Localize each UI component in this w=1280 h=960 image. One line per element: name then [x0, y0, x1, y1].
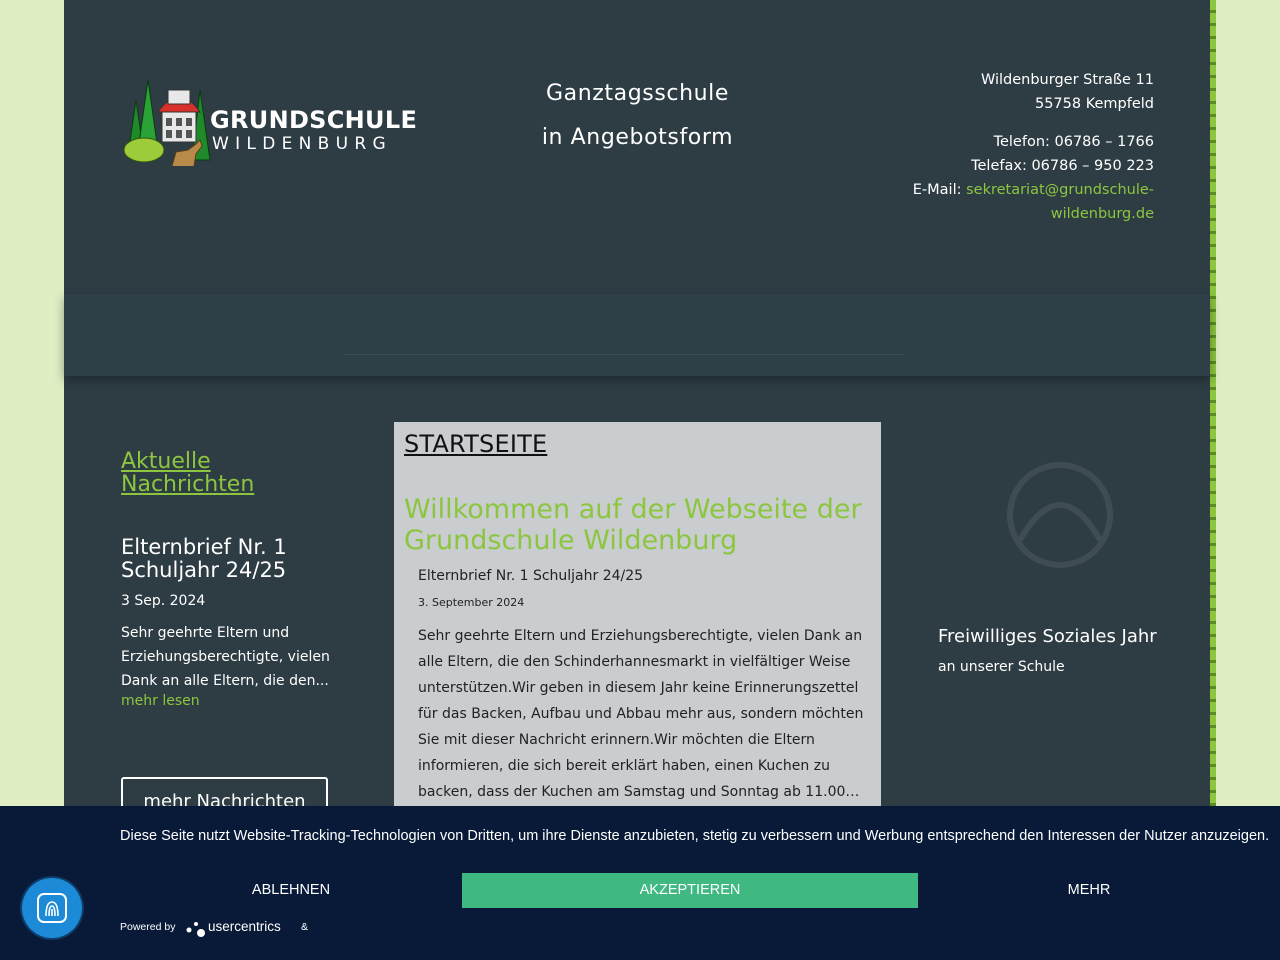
phone: Telefon: 06786 – 1766 — [993, 134, 1154, 150]
address-street: Wildenburger Straße 11 — [980, 72, 1154, 88]
powered-by-label: Powered by — [120, 921, 176, 933]
fingerprint-icon — [37, 893, 67, 923]
tagline-line1: Ganztagsschule — [545, 81, 730, 106]
consent-message: Diese Seite nutzt Website-Tracking-Techn… — [120, 828, 1270, 844]
logo-title: GRUNDSCHULE — [210, 106, 418, 134]
address-city: 55758 Kempfeld — [1034, 96, 1154, 112]
nav-divider — [344, 354, 904, 355]
tagline: Ganztagsschule in Angebotsform — [500, 72, 775, 160]
welcome-heading: Willkommen auf der Webseite der Grundsch… — [404, 494, 862, 556]
news-post-date: 3 Sep. 2024 — [121, 593, 206, 609]
main-post-text: Sehr geehrte Eltern und Erziehungsberech… — [418, 628, 864, 800]
email-row: E-Mail: sekretariat@grundschule- — [880, 178, 1154, 202]
main-content-card: STARTSEITE Willkommen auf der Webseite d… — [394, 422, 881, 806]
more-button[interactable]: MEHR — [918, 873, 1260, 908]
fsj-subtitle: an unserer Schule — [938, 659, 1065, 675]
news-heading-line1: Aktuelle — [121, 449, 211, 474]
fax: Telefax: 06786 – 950 223 — [971, 158, 1154, 174]
email-link-continued[interactable]: wildenburg.de — [880, 202, 1154, 226]
news-post-title[interactable]: Elternbrief Nr. 1 Schuljahr 24/25 — [121, 536, 341, 582]
fsj-title[interactable]: Freiwilliges Soziales Jahr — [938, 626, 1157, 647]
ampersand: & — [301, 921, 309, 933]
main-post-title[interactable]: Elternbrief Nr. 1 Schuljahr 24/25 — [418, 568, 643, 584]
page-title: STARTSEITE — [404, 430, 548, 458]
news-heading-link[interactable]: Aktuelle Nachrichten — [121, 450, 254, 496]
faded-logo-icon — [1007, 462, 1113, 568]
decline-button[interactable]: ABLEHNEN — [120, 873, 462, 908]
logo-subtitle: WILDENBURG — [212, 134, 392, 154]
school-logo[interactable]: GRUNDSCHULE WILDENBURG — [122, 70, 417, 172]
school-logo-icon — [123, 79, 211, 167]
accept-button[interactable]: AKZEPTIEREN — [462, 873, 918, 908]
email-label: E-Mail: — [912, 182, 967, 198]
usercentrics-label[interactable]: usercentrics — [208, 919, 281, 934]
news-heading-line2: Nachrichten — [121, 472, 255, 497]
tagline-line2: in Angebotsform — [541, 125, 734, 150]
navigation-bar — [64, 294, 1210, 376]
email-link[interactable]: sekretariat@grundschule- — [966, 182, 1154, 198]
read-more-link[interactable]: mehr lesen — [121, 693, 200, 709]
privacy-settings-button[interactable] — [22, 878, 82, 938]
news-post-excerpt: Sehr geehrte Eltern und Erziehungsberech… — [121, 625, 330, 689]
cookie-consent-banner: Diese Seite nutzt Website-Tracking-Techn… — [0, 806, 1280, 960]
main-post-date: 3. September 2024 — [418, 596, 525, 609]
contact-info: Wildenburger Straße 11 55758 Kempfeld Te… — [880, 68, 1154, 226]
